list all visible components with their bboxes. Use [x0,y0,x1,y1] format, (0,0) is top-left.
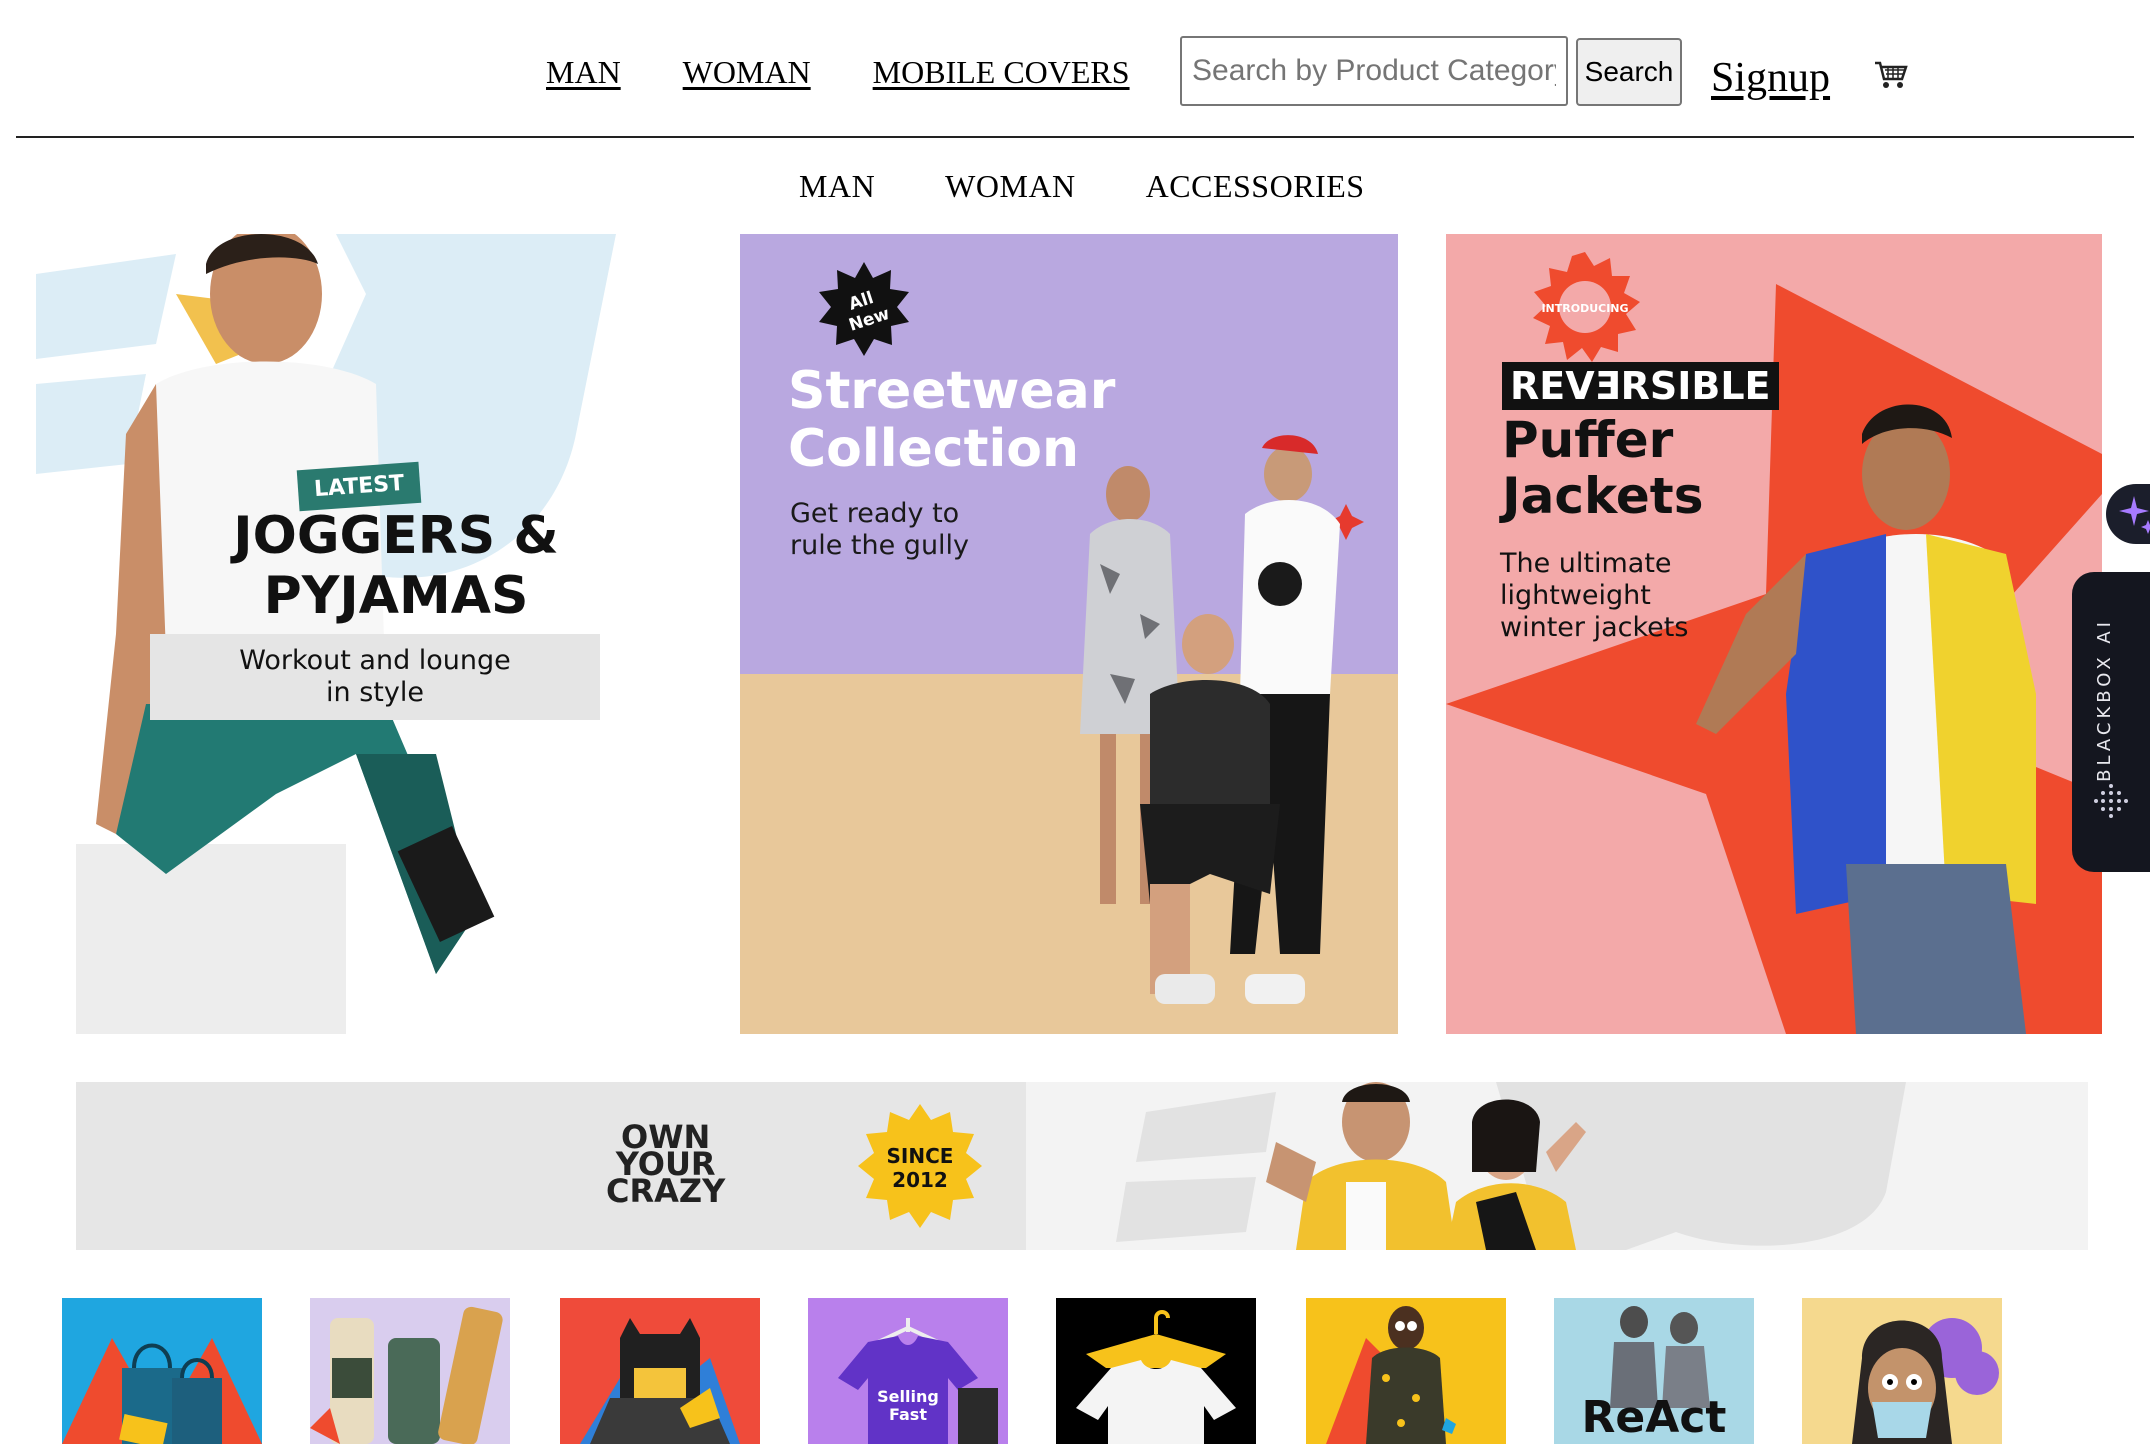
white-tshirt-icon [1076,1310,1236,1444]
subnav-man[interactable]: MAN [799,168,875,205]
joggers-subtitle: Workout and lounge in style [150,634,600,720]
shopping-bags-icon [62,1338,262,1444]
introducing-text: INTRODUCING [1541,302,1628,315]
header-divider [16,136,2134,138]
sparkle-icon [2119,496,2150,534]
selling-fast-label: Selling Fast [877,1387,939,1424]
category-tile-printed-shirts[interactable] [1306,1298,1506,1444]
all-new-badge-icon: All New [819,262,909,356]
blackbox-ai-sidebar-tab[interactable]: BLACKBOX AI [2072,572,2150,872]
models-photo-streetwear [1080,435,1364,1004]
promo-banner-own-your-crazy[interactable]: OWN YOUR CRAZY SINCE 2012 [76,1082,2088,1250]
category-tile-selling-fast[interactable]: Selling Fast [808,1298,1008,1444]
since-2012-text: SINCE 2012 [886,1144,954,1192]
shopping-cart-icon[interactable] [1874,60,1908,90]
model-photo-puffer [1696,404,2036,1034]
nav-link-woman[interactable]: WOMAN [683,54,811,91]
ai-assistant-button[interactable] [2106,484,2150,544]
streetwear-subtitle: Get ready to rule the gully [790,498,970,561]
subnav-woman[interactable]: WOMAN [945,168,1075,205]
nav-link-mobile-covers[interactable]: MOBILE COVERS [873,54,1130,91]
signup-link[interactable]: Signup [1711,54,1830,102]
latest-tag: LATEST [296,461,422,512]
nav-link-man[interactable]: MAN [546,54,621,91]
secondary-nav: MAN WOMAN ACCESSORIES [799,168,1365,205]
batman-figure-icon [580,1318,740,1444]
own-your-crazy-tagline: OWN YOUR CRAZY [606,1118,726,1210]
category-tile-mask[interactable] [1802,1298,2002,1444]
grooming-products-icon [310,1306,503,1444]
celebrity-photo-promo [1266,1082,1586,1250]
introducing-badge-icon: INTRODUCING [1533,252,1640,362]
masked-model-icon [1852,1318,1999,1444]
joggers-title: JOGGERS & PYJAMAS [233,506,559,626]
category-tile-react[interactable]: ReAct [1554,1298,1754,1444]
category-tile-batman[interactable] [560,1298,760,1444]
blackbox-ai-label: BLACKBOX AI [2094,618,2115,782]
blackbox-logo-icon [2094,784,2128,818]
puffer-title: Puffer Jackets [1502,411,1704,525]
puffer-subtitle: The ultimate lightweight winter jackets [1500,548,1689,643]
model-printed-shirt-icon [1326,1306,1456,1444]
react-label: ReAct [1581,1392,1727,1443]
category-tile-plain-tees[interactable] [1056,1298,1256,1444]
subnav-accessories[interactable]: ACCESSORIES [1146,168,1365,205]
search-input[interactable] [1180,36,1568,106]
category-tile-grooming[interactable] [310,1298,510,1444]
banner-streetwear[interactable]: All New Streetwear Collection Get ready … [740,234,1398,1034]
banner-joggers-pyjamas[interactable]: LATEST JOGGERS & PYJAMAS Workout and lou… [36,234,694,1034]
search-button[interactable]: Search [1576,38,1682,106]
category-tile-shopping[interactable] [62,1298,262,1444]
banner-puffer-jackets[interactable]: INTRODUCING REVƎRSIBLE Puffer Jackets Th… [1446,234,2102,1034]
primary-nav: MAN WOMAN MOBILE COVERS [546,54,1130,91]
